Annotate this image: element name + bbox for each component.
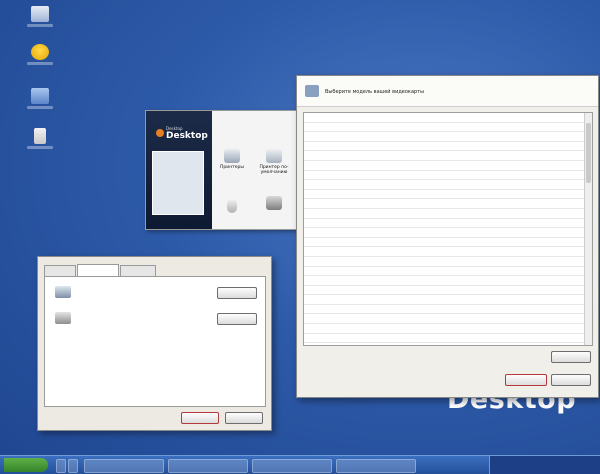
video-card-list-item[interactable] xyxy=(304,209,585,219)
mouse-icon xyxy=(227,199,237,213)
recycle-bin-icon[interactable] xyxy=(27,128,53,149)
product-logo: Desktop Desktop xyxy=(156,126,208,141)
quick-launch-icon[interactable] xyxy=(56,459,66,473)
video-card-list-item[interactable] xyxy=(304,276,585,286)
logo-subtitle: Desktop xyxy=(166,126,183,131)
monitor-row xyxy=(55,286,260,300)
logo-icon xyxy=(156,129,164,137)
video-card-list-item[interactable] xyxy=(304,190,585,200)
monitor-icon xyxy=(55,286,71,298)
default-printer-icon xyxy=(266,149,282,163)
video-card-list-item[interactable] xyxy=(304,257,585,267)
display-properties-dialog xyxy=(37,256,272,431)
video-card-list-item[interactable] xyxy=(304,324,585,334)
system-tray xyxy=(489,456,600,474)
video-card-list-item[interactable] xyxy=(304,238,585,248)
preview-image xyxy=(152,151,204,215)
quick-launch-icon[interactable] xyxy=(68,459,78,473)
taskbar-window-button[interactable] xyxy=(84,459,164,473)
video-card-list-item[interactable] xyxy=(304,142,585,152)
list-scrollbar[interactable] xyxy=(584,113,592,345)
video-card-list-item[interactable] xyxy=(304,113,585,123)
printers-item[interactable]: Принтеры xyxy=(212,149,252,170)
ok-button[interactable] xyxy=(181,412,219,424)
dialog-header: Выберите модель вашей видеокарты xyxy=(297,76,598,107)
desktop-background: Desktop Desktop Desktop Принтеры Принтер… xyxy=(0,0,600,474)
scrollbar-thumb[interactable] xyxy=(586,123,591,183)
dialog-title: Выберите модель вашей видеокарты xyxy=(325,89,425,95)
tab-1[interactable] xyxy=(44,265,76,276)
taskbar-window-button[interactable] xyxy=(252,459,332,473)
video-card-list-item[interactable] xyxy=(304,267,585,277)
my-documents-icon[interactable] xyxy=(27,44,53,65)
taskbar-window-button[interactable] xyxy=(336,459,416,473)
tab-2[interactable] xyxy=(77,264,119,276)
video-card-list-item[interactable] xyxy=(304,247,585,257)
video-card-list-item[interactable] xyxy=(304,343,585,345)
video-card-list-item[interactable] xyxy=(304,123,585,133)
tab-3[interactable] xyxy=(120,265,156,276)
phone-modem-item[interactable] xyxy=(254,196,294,212)
monitor-icon xyxy=(305,85,319,97)
control-panel-sidebar: Desktop Desktop xyxy=(146,111,212,229)
video-card-list-item[interactable] xyxy=(304,305,585,315)
my-computer-icon[interactable] xyxy=(27,6,53,27)
video-card-list-item[interactable] xyxy=(304,132,585,142)
cancel-button[interactable] xyxy=(225,412,263,424)
video-card-list-item[interactable] xyxy=(304,219,585,229)
monitor-change-button[interactable] xyxy=(217,287,257,299)
video-card-list-item[interactable] xyxy=(304,180,585,190)
ok-button[interactable] xyxy=(505,374,547,386)
video-card-list-item[interactable] xyxy=(304,295,585,305)
video-card-list-item[interactable] xyxy=(304,171,585,181)
video-card-list[interactable] xyxy=(303,112,593,346)
video-card-list-item[interactable] xyxy=(304,199,585,209)
phone-icon xyxy=(266,196,282,210)
control-panel-window: Desktop Desktop Принтеры Принтер по-умол… xyxy=(145,110,300,230)
tab-page xyxy=(44,276,266,407)
mouse-item[interactable] xyxy=(212,199,252,215)
video-card-dialog: Выберите модель вашей видеокарты xyxy=(296,75,599,398)
start-button[interactable] xyxy=(4,458,48,472)
tab-strip xyxy=(44,264,157,276)
network-places-icon[interactable] xyxy=(27,88,53,109)
video-card-icon xyxy=(55,312,71,324)
video-card-list-item[interactable] xyxy=(304,334,585,344)
video-adapter-row xyxy=(55,312,260,326)
cancel-button[interactable] xyxy=(551,374,591,386)
video-card-list-item[interactable] xyxy=(304,161,585,171)
video-card-list-item[interactable] xyxy=(304,151,585,161)
default-printer-item[interactable]: Принтер по-умолчанию xyxy=(254,149,294,175)
action-button[interactable] xyxy=(551,351,591,363)
printer-icon xyxy=(224,149,240,163)
logo-title: Desktop xyxy=(166,131,208,141)
taskbar-window-button[interactable] xyxy=(168,459,248,473)
default-printer-label: Принтер по-умолчанию xyxy=(259,165,289,175)
video-adapter-change-button[interactable] xyxy=(217,313,257,325)
taskbar xyxy=(0,455,600,474)
video-card-list-item[interactable] xyxy=(304,286,585,296)
video-card-list-item[interactable] xyxy=(304,228,585,238)
printers-label: Принтеры xyxy=(220,165,244,170)
video-card-list-item[interactable] xyxy=(304,314,585,325)
